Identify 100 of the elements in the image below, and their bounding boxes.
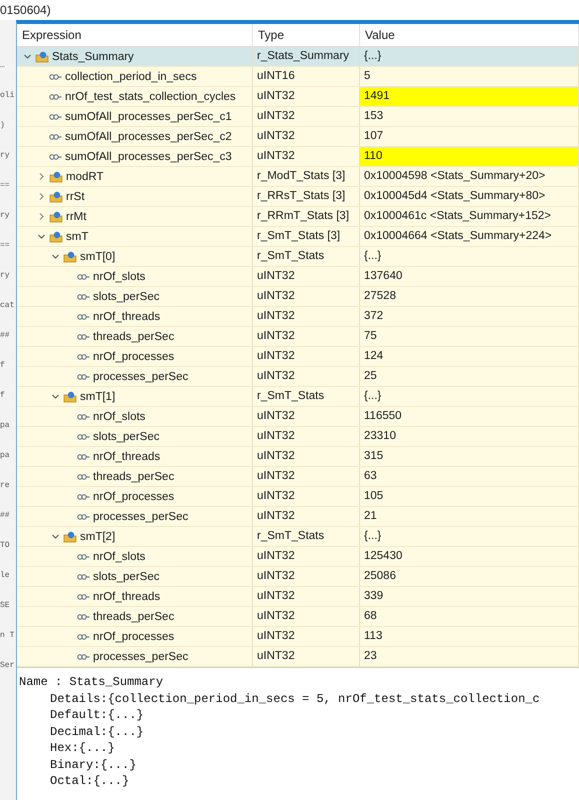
tree-row[interactable]: modRT r_ModT_Stats [3] 0x10004598 <Stats_Summary+20>: [17, 167, 579, 187]
tree-row[interactable]: processes_perSec uINT32 23: [17, 647, 579, 667]
type-cell: uINT32: [253, 267, 360, 286]
type-cell: uINT32: [253, 547, 360, 566]
value-cell: 23310: [360, 427, 579, 446]
code-fragment: Ser: [0, 660, 16, 670]
tree-row[interactable]: nrOf_threads uINT32 315: [17, 447, 579, 467]
expression-name: nrOf_processes: [93, 630, 174, 642]
struct-icon: [63, 530, 77, 542]
expression-name: collection_period_in_secs: [65, 70, 197, 82]
type-cell: r_SmT_Stats: [253, 387, 360, 406]
tree-row[interactable]: threads_perSec uINT32 75: [17, 327, 579, 347]
expanded-chevron-icon[interactable]: [51, 532, 60, 541]
expanded-chevron-icon[interactable]: [23, 52, 32, 61]
value-cell: {...}: [360, 47, 579, 66]
tree-row[interactable]: threads_perSec uINT32 68: [17, 607, 579, 627]
tree-row[interactable]: nrOf_threads uINT32 372: [17, 307, 579, 327]
code-fragment: ==: [0, 180, 11, 190]
tree-row[interactable]: smT r_SmT_Stats [3] 0x10004664 <Stats_Summary+224>: [17, 227, 579, 247]
tree-row[interactable]: sumOfAll_processes_perSec_c3 uINT32 110: [17, 147, 579, 167]
field-icon: [77, 272, 90, 280]
type-cell: uINT32: [253, 507, 360, 526]
field-icon: [77, 592, 90, 600]
value-cell: {...}: [360, 387, 579, 406]
tree-row[interactable]: sumOfAll_processes_perSec_c1 uINT32 153: [17, 107, 579, 127]
type-cell: uINT32: [253, 467, 360, 486]
tree-row[interactable]: Stats_Summary r_Stats_Summary {...}: [17, 47, 579, 67]
tree-row[interactable]: slots_perSec uINT32 25086: [17, 567, 579, 587]
value-cell: 125430: [360, 547, 579, 566]
struct-icon: [49, 210, 63, 222]
code-fragment: ==: [0, 240, 11, 250]
expanded-chevron-icon[interactable]: [51, 252, 60, 261]
code-fragment: re: [0, 480, 11, 490]
type-cell: uINT32: [253, 367, 360, 386]
collapsed-chevron-icon[interactable]: [37, 172, 46, 181]
expanded-chevron-icon[interactable]: [51, 392, 60, 401]
code-fragment: ##: [0, 510, 11, 520]
value-cell: {...}: [360, 247, 579, 266]
tree-row[interactable]: nrOf_slots uINT32 116550: [17, 407, 579, 427]
expression-name: slots_perSec: [93, 430, 160, 442]
value-cell: 0x10004598 <Stats_Summary+20>: [360, 167, 579, 186]
expression-name: sumOfAll_processes_perSec_c2: [65, 130, 232, 142]
type-cell: r_RRsT_Stats [3]: [253, 187, 360, 206]
column-header[interactable]: Value: [360, 24, 579, 46]
column-header[interactable]: Expression: [17, 24, 253, 46]
type-cell: r_ModT_Stats [3]: [253, 167, 360, 186]
expanded-chevron-icon[interactable]: [37, 232, 46, 241]
tree-row[interactable]: nrOf_threads uINT32 339: [17, 587, 579, 607]
tree-row[interactable]: slots_perSec uINT32 23310: [17, 427, 579, 447]
expression-name: threads_perSec: [93, 610, 174, 622]
tree-row[interactable]: slots_perSec uINT32 27528: [17, 287, 579, 307]
tree-row[interactable]: rrMt r_RRmT_Stats [3] 0x1000461c <Stats_Summary+152>: [17, 207, 579, 227]
value-cell: 21: [360, 507, 579, 526]
tree-row[interactable]: smT[2] r_SmT_Stats {...}: [17, 527, 579, 547]
tree-row[interactable]: processes_perSec uINT32 25: [17, 367, 579, 387]
value-cell: 25086: [360, 567, 579, 586]
value-cell: {...}: [360, 527, 579, 546]
type-cell: uINT32: [253, 607, 360, 626]
expression-name: threads_perSec: [93, 330, 174, 342]
tree-row[interactable]: sumOfAll_processes_perSec_c2 uINT32 107: [17, 127, 579, 147]
value-cell: 68: [360, 607, 579, 626]
value-cell: 27528: [360, 287, 579, 306]
code-fragment: ): [0, 120, 6, 130]
code-fragment: TO: [0, 540, 11, 550]
field-icon: [77, 472, 90, 480]
expression-name: smT: [66, 230, 88, 242]
code-fragment: ry: [0, 210, 11, 220]
tree-row[interactable]: nrOf_slots uINT32 137640: [17, 267, 579, 287]
tree-row[interactable]: collection_period_in_secs uINT16 5: [17, 67, 579, 87]
tree-row[interactable]: smT[0] r_SmT_Stats {...}: [17, 247, 579, 267]
expression-name: nrOf_threads: [93, 450, 160, 462]
tree-row[interactable]: nrOf_slots uINT32 125430: [17, 547, 579, 567]
tree-row[interactable]: rrSt r_RRsT_Stats [3] 0x100045d4 <Stats_Summary+80>: [17, 187, 579, 207]
tree-row[interactable]: nrOf_processes uINT32 113: [17, 627, 579, 647]
code-fragment: cat: [0, 300, 16, 310]
expression-name: Stats_Summary: [52, 50, 134, 62]
type-cell: uINT32: [253, 407, 360, 426]
field-icon: [77, 552, 90, 560]
tree-row[interactable]: processes_perSec uINT32 21: [17, 507, 579, 527]
collapsed-chevron-icon[interactable]: [37, 192, 46, 201]
tree-row[interactable]: nrOf_processes uINT32 105: [17, 487, 579, 507]
expression-name: nrOf_processes: [93, 350, 174, 362]
expression-name: sumOfAll_processes_perSec_c3: [65, 150, 232, 162]
code-fragment: f: [0, 360, 6, 370]
tree-row[interactable]: nrOf_processes uINT32 124: [17, 347, 579, 367]
type-cell: uINT32: [253, 347, 360, 366]
tree-row[interactable]: smT[1] r_SmT_Stats {...}: [17, 387, 579, 407]
details-line: Binary:{...}: [49, 756, 138, 773]
code-fragment: oli: [0, 90, 16, 100]
code-fragment: le: [0, 570, 11, 580]
expression-name: smT[2]: [80, 530, 116, 542]
tree-row[interactable]: threads_perSec uINT32 63: [17, 467, 579, 487]
field-icon: [77, 432, 90, 440]
expression-name: smT[0]: [80, 250, 116, 262]
value-cell: 137640: [360, 267, 579, 286]
collapsed-chevron-icon[interactable]: [37, 212, 46, 221]
code-fragment: f: [0, 390, 6, 400]
value-cell: 372: [360, 307, 579, 326]
tree-row[interactable]: nrOf_test_stats_collection_cycles uINT32 1491: [17, 87, 579, 107]
column-header[interactable]: Type: [253, 24, 360, 46]
